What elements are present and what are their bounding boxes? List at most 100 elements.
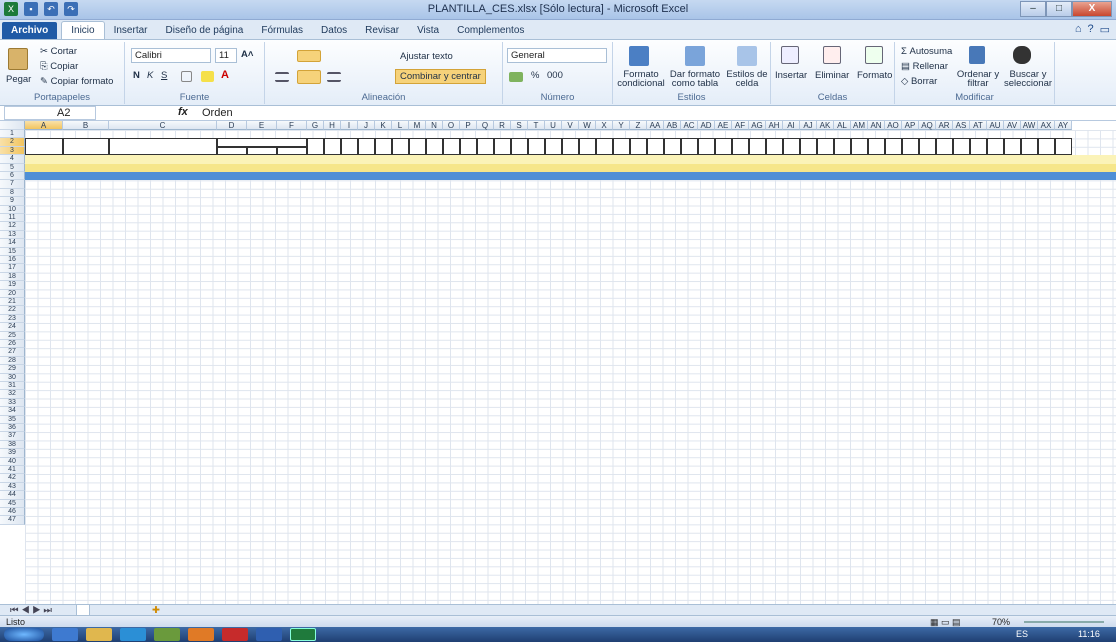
column-header-aw[interactable]: AW: [1021, 121, 1038, 130]
binoculars-icon[interactable]: [1013, 46, 1031, 64]
row-header-47[interactable]: 47: [0, 516, 25, 525]
column-header-x[interactable]: X: [596, 121, 613, 130]
row-header-2[interactable]: 2: [0, 138, 25, 147]
column-header-ab[interactable]: AB: [664, 121, 681, 130]
help-icon[interactable]: ?: [1087, 23, 1093, 36]
cut-button[interactable]: ✂ Cortar: [40, 46, 77, 57]
clock[interactable]: 11:16: [1078, 629, 1100, 639]
column-header-ac[interactable]: AC: [681, 121, 698, 130]
column-header-h[interactable]: H: [324, 121, 341, 130]
row-header-18[interactable]: 18: [0, 272, 25, 282]
column-header-l[interactable]: L: [392, 121, 409, 130]
row-header-34[interactable]: 34: [0, 407, 25, 416]
row-header-42[interactable]: 42: [0, 474, 25, 483]
borders-icon[interactable]: [181, 71, 192, 82]
tab-archivo[interactable]: Archivo: [2, 22, 58, 39]
language-indicator[interactable]: ES: [1016, 629, 1028, 639]
find-select-button[interactable]: Buscar y seleccionar: [1003, 70, 1053, 89]
paste-button[interactable]: Pegar: [6, 74, 31, 85]
column-header-ah[interactable]: AH: [766, 121, 783, 130]
row-header-39[interactable]: 39: [0, 449, 25, 458]
column-header-d[interactable]: D: [217, 121, 247, 130]
format-button[interactable]: Formato: [857, 70, 892, 81]
column-header-y[interactable]: Y: [613, 121, 630, 130]
column-header-q[interactable]: Q: [477, 121, 494, 130]
column-header-r[interactable]: R: [494, 121, 511, 130]
explorer-icon[interactable]: [86, 628, 112, 641]
excel-taskbar-icon[interactable]: [290, 628, 316, 641]
cell-styles-icon[interactable]: [737, 46, 757, 66]
column-header-aa[interactable]: AA: [647, 121, 664, 130]
row-header-32[interactable]: 32: [0, 390, 25, 399]
column-header-ao[interactable]: AO: [885, 121, 902, 130]
row-header-26[interactable]: 26: [0, 340, 25, 349]
row-header-25[interactable]: 25: [0, 331, 25, 340]
percent-button[interactable]: %: [531, 70, 539, 81]
insert-cells-icon[interactable]: [781, 46, 799, 64]
maximize-button[interactable]: □: [1046, 1, 1072, 17]
row-header-28[interactable]: 28: [0, 356, 25, 366]
fx-icon[interactable]: fx: [178, 106, 188, 118]
tab-datos[interactable]: Datos: [312, 22, 356, 39]
row-header-8[interactable]: 8: [0, 188, 25, 198]
column-header-ad[interactable]: AD: [698, 121, 715, 130]
align-center-icon[interactable]: [297, 70, 321, 84]
row-header-30[interactable]: 30: [0, 373, 25, 382]
row-header-6[interactable]: 6: [0, 172, 25, 181]
column-header-ak[interactable]: AK: [817, 121, 834, 130]
row-header-10[interactable]: 10: [0, 205, 25, 214]
column-header-af[interactable]: AF: [732, 121, 749, 130]
row-header-22[interactable]: 22: [0, 306, 25, 315]
tab-revisar[interactable]: Revisar: [356, 22, 408, 39]
autosum-button[interactable]: Σ Autosuma: [901, 46, 952, 57]
column-header-b[interactable]: B: [63, 121, 109, 130]
font-size-select[interactable]: 11: [215, 48, 237, 63]
column-header-ay[interactable]: AY: [1055, 121, 1072, 130]
row-header-19[interactable]: 19: [0, 281, 25, 290]
ie-icon[interactable]: [52, 628, 78, 641]
column-header-p[interactable]: P: [460, 121, 477, 130]
column-header-ap[interactable]: AP: [902, 121, 919, 130]
paste-icon[interactable]: [8, 48, 28, 70]
tab-insertar[interactable]: Insertar: [105, 22, 157, 39]
start-orb-icon[interactable]: [4, 628, 44, 641]
delete-cells-icon[interactable]: [823, 46, 841, 64]
row-header-5[interactable]: 5: [0, 163, 25, 172]
row-header-16[interactable]: 16: [0, 256, 25, 265]
row-header-33[interactable]: 33: [0, 398, 25, 408]
row-header-23[interactable]: 23: [0, 314, 25, 324]
format-cells-icon[interactable]: [865, 46, 883, 64]
column-header-f[interactable]: F: [277, 121, 307, 130]
restore-icon[interactable]: ▭: [1100, 23, 1110, 36]
sort-filter-icon[interactable]: [969, 46, 985, 64]
column-header-av[interactable]: AV: [1004, 121, 1021, 130]
tab-vista[interactable]: Vista: [408, 22, 448, 39]
column-header-ar[interactable]: AR: [936, 121, 953, 130]
format-table-button[interactable]: Dar formato como tabla: [669, 70, 721, 89]
fill-color-icon[interactable]: [201, 71, 214, 82]
clear-button[interactable]: ◇ Borrar: [901, 76, 937, 87]
row-header-38[interactable]: 38: [0, 440, 25, 450]
wrap-text-button[interactable]: Ajustar texto: [400, 51, 453, 62]
formula-input[interactable]: Orden: [202, 106, 233, 120]
thousands-button[interactable]: 000: [547, 70, 563, 81]
row-header-40[interactable]: 40: [0, 457, 25, 466]
media-icon[interactable]: [120, 628, 146, 641]
word-icon[interactable]: [256, 628, 282, 641]
row-header-44[interactable]: 44: [0, 491, 25, 500]
currency-icon[interactable]: [509, 72, 523, 82]
column-header-n[interactable]: N: [426, 121, 443, 130]
column-header-ag[interactable]: AG: [749, 121, 766, 130]
column-header-v[interactable]: V: [562, 121, 579, 130]
cell-area[interactable]: [25, 130, 1116, 604]
column-header-g[interactable]: G: [307, 121, 324, 130]
copy-button[interactable]: ⎘ Copiar: [40, 61, 78, 72]
column-header-t[interactable]: T: [528, 121, 545, 130]
format-table-icon[interactable]: [685, 46, 705, 66]
delete-button[interactable]: Eliminar: [815, 70, 849, 81]
row-header-7[interactable]: 7: [0, 180, 25, 189]
tab-complementos[interactable]: Complementos: [448, 22, 533, 39]
row-header-1[interactable]: 1: [0, 130, 25, 139]
row-header-35[interactable]: 35: [0, 415, 25, 424]
column-header-ai[interactable]: AI: [783, 121, 800, 130]
